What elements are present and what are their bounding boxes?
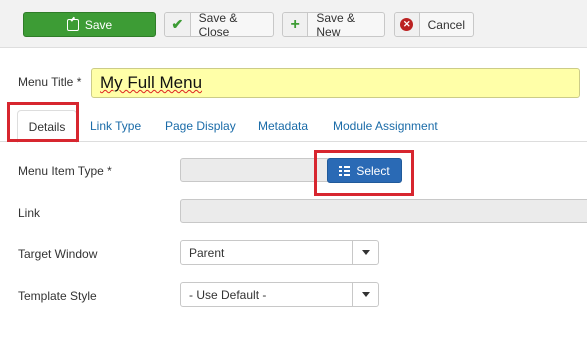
menu-item-type-label: Menu Item Type * <box>18 164 112 178</box>
menu-title-value: My Full Menu <box>100 73 203 92</box>
tab-page-display[interactable]: Page Display <box>165 110 236 142</box>
target-window-value: Parent <box>189 246 225 260</box>
check-icon: ✔ <box>165 13 191 36</box>
save-close-button[interactable]: ✔ Save & Close <box>164 10 274 39</box>
target-window-select[interactable]: Parent <box>180 240 379 265</box>
menu-title-input[interactable]: My Full Menu <box>91 68 580 98</box>
select-highlight-annotation <box>314 150 414 196</box>
plus-icon: + <box>283 13 309 36</box>
save-new-button[interactable]: + Save & New <box>282 10 385 39</box>
target-window-label: Target Window <box>18 247 98 261</box>
menu-title-label: Menu Title * <box>18 75 82 89</box>
edit-icon <box>66 18 79 31</box>
tab-link-type[interactable]: Link Type <box>90 110 141 142</box>
template-style-label: Template Style <box>18 289 97 303</box>
save-new-label: Save & New <box>316 10 356 39</box>
tab-bar: Details Link Type Page Display Metadata … <box>0 110 587 143</box>
save-button[interactable]: Save <box>23 12 156 37</box>
tab-metadata[interactable]: Metadata <box>258 110 308 142</box>
close-circle-icon: ✕ <box>395 13 420 36</box>
tab-module-assignment[interactable]: Module Assignment <box>333 110 438 142</box>
template-style-value: - Use Default - <box>189 288 267 302</box>
save-close-label: Save & Close <box>198 10 238 39</box>
toolbar: Save ✔ Save & Close + Save & New ✕ Cance… <box>0 0 587 48</box>
tab-highlight-annotation <box>7 102 79 142</box>
chevron-down-icon <box>352 283 378 306</box>
cancel-button[interactable]: ✕ Cancel <box>394 12 474 37</box>
cancel-label: Cancel <box>427 17 465 32</box>
menu-item-type-field <box>180 158 330 182</box>
template-style-select[interactable]: - Use Default - <box>180 282 379 307</box>
save-button-label: Save <box>84 17 113 32</box>
link-label: Link <box>18 206 41 220</box>
link-field <box>180 199 587 223</box>
chevron-down-icon <box>352 241 378 264</box>
